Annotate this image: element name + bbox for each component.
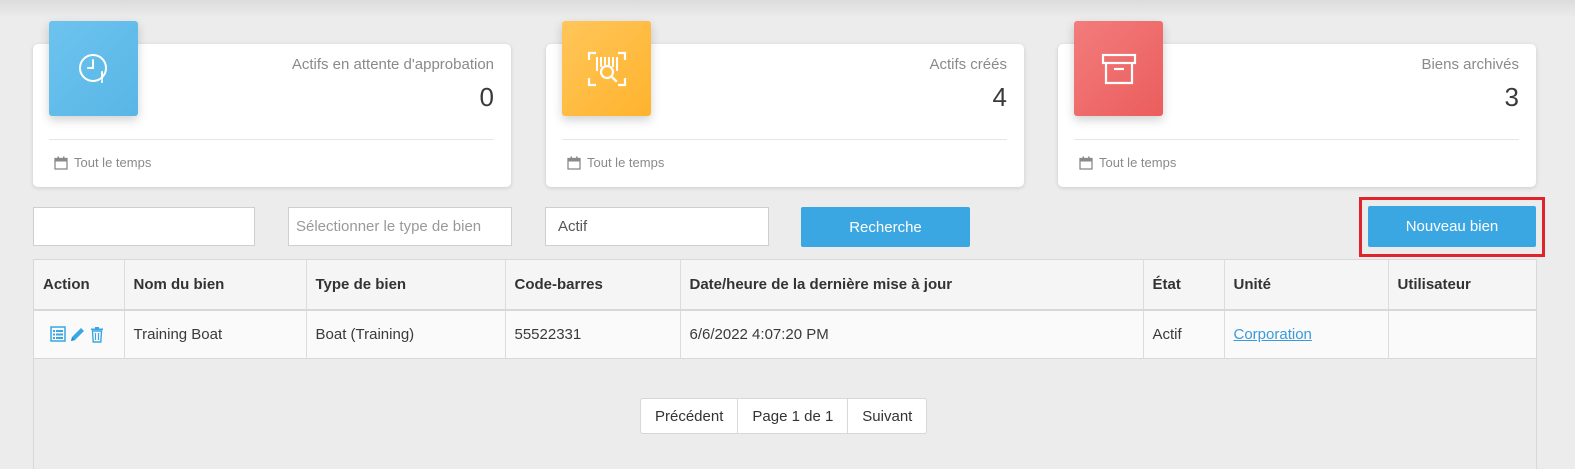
stat-card-created-assets: Actifs créés 4 Tout le temps xyxy=(546,21,1024,187)
next-page-button[interactable]: Suivant xyxy=(848,399,926,433)
stat-footer: Tout le temps xyxy=(567,155,664,170)
stat-value: 3 xyxy=(1504,82,1519,112)
stat-footer-text: Tout le temps xyxy=(587,155,665,170)
divider xyxy=(49,139,494,140)
calendar-icon xyxy=(1079,156,1093,170)
header-state[interactable]: État xyxy=(1143,259,1225,311)
search-input[interactable] xyxy=(33,207,255,246)
status-select[interactable]: Actif xyxy=(545,207,769,246)
calendar-icon xyxy=(567,156,581,170)
details-icon[interactable] xyxy=(50,326,66,342)
stat-card-archived-assets: Biens archivés 3 Tout le temps xyxy=(1058,21,1536,187)
header-updated[interactable]: Date/heure de la dernière mise à jour xyxy=(680,259,1144,311)
archive-box-icon xyxy=(1074,21,1163,116)
divider xyxy=(1074,139,1519,140)
stat-footer: Tout le temps xyxy=(1079,155,1176,170)
stat-card-pending-approval: Actifs en attente d'approbation 0 Tout l… xyxy=(33,21,511,187)
header-barcode[interactable]: Code-barres xyxy=(505,259,681,311)
state-cell: Actif xyxy=(1143,309,1225,359)
unit-cell: Corporation xyxy=(1224,309,1389,359)
stat-label: Actifs en attente d'approbation xyxy=(291,56,494,73)
edit-pencil-icon[interactable] xyxy=(69,326,86,343)
calendar-icon xyxy=(54,156,68,170)
search-button[interactable]: Recherche xyxy=(801,207,970,247)
top-bar-shadow xyxy=(0,0,1575,18)
header-type[interactable]: Type de bien xyxy=(306,259,506,311)
action-cell xyxy=(34,309,125,359)
page-indicator: Page 1 de 1 xyxy=(738,399,849,433)
stat-footer-text: Tout le temps xyxy=(74,155,152,170)
clock-icon xyxy=(49,21,138,116)
pagination: Précédent Page 1 de 1 Suivant xyxy=(640,398,928,434)
stat-value: 0 xyxy=(479,82,494,112)
stat-value: 4 xyxy=(992,82,1007,112)
divider xyxy=(562,139,1007,140)
trash-icon[interactable] xyxy=(89,326,105,343)
header-name[interactable]: Nom du bien xyxy=(124,259,307,311)
stat-footer: Tout le temps xyxy=(54,155,151,170)
asset-type-select[interactable]: Sélectionner le type de bien xyxy=(288,207,512,246)
barcode-scan-icon xyxy=(562,21,651,116)
header-action: Action xyxy=(34,259,125,311)
stat-label: Actifs créés xyxy=(929,56,1007,73)
updated-cell: 6/6/2022 4:07:20 PM xyxy=(680,309,1144,359)
asset-name-cell: Training Boat xyxy=(124,309,307,359)
table-header-row: Action Nom du bien Type de bien Code-bar… xyxy=(34,259,1536,311)
stat-footer-text: Tout le temps xyxy=(1099,155,1177,170)
stat-label: Biens archivés xyxy=(1421,56,1519,73)
barcode-cell: 55522331 xyxy=(505,309,681,359)
header-unit[interactable]: Unité xyxy=(1224,259,1389,311)
new-asset-button[interactable]: Nouveau bien xyxy=(1368,206,1536,247)
assets-table: Action Nom du bien Type de bien Code-bar… xyxy=(34,259,1536,359)
header-user[interactable]: Utilisateur xyxy=(1388,259,1536,311)
table-row: Training Boat Boat (Training) 55522331 6… xyxy=(34,309,1536,359)
assets-table-container: Action Nom du bien Type de bien Code-bar… xyxy=(33,259,1537,469)
previous-page-button[interactable]: Précédent xyxy=(641,399,739,433)
asset-type-cell: Boat (Training) xyxy=(306,309,506,359)
unit-link[interactable]: Corporation xyxy=(1234,326,1312,343)
user-cell xyxy=(1388,309,1536,359)
